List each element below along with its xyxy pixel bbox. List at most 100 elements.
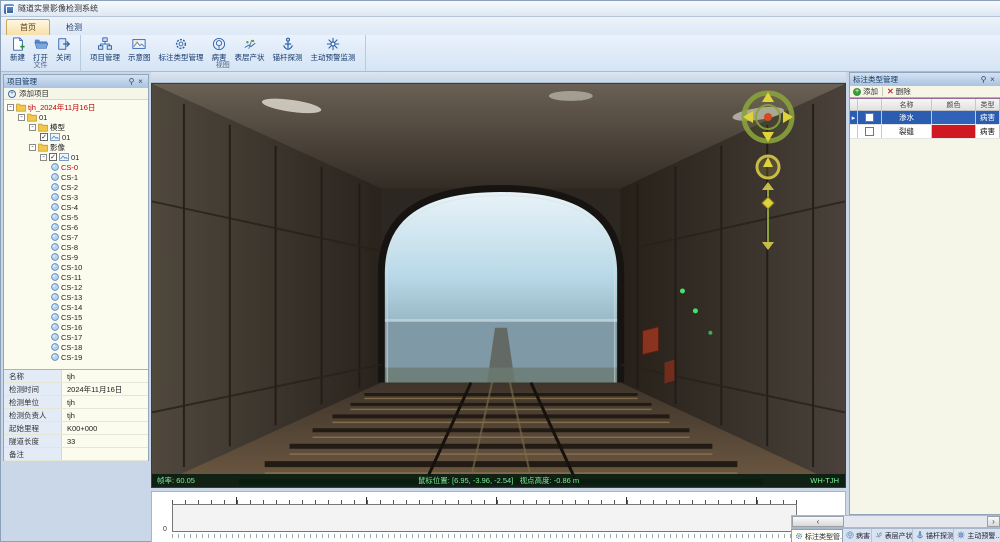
tree-item-CS-5[interactable]: CS-5 (4, 212, 148, 222)
add-annotation-button[interactable]: + 添加 (853, 86, 878, 97)
property-value: tjh (62, 411, 75, 420)
delete-annotation-button[interactable]: ✕ 删除 (887, 86, 911, 97)
viewport-status-bar: 帧率: 60.05 鼠标位置: [6.95, -3.96, -2.54] 视点高… (152, 474, 845, 487)
ribbon-button-anchor[interactable]: 锚杆探测 (269, 37, 307, 63)
tree-item-01[interactable]: -01 (4, 112, 148, 122)
ribbon-button-gear[interactable]: 标注类型管理 (155, 37, 208, 63)
dock-tab-锚杆探测[interactable]: 锚杆探测 (913, 529, 954, 542)
sphere-icon (51, 253, 59, 261)
tree-item-CS-14[interactable]: CS-14 (4, 302, 148, 312)
tree-item-label: tjh_2024年11月16日 (28, 102, 95, 113)
tree-item-label: CS-12 (61, 283, 82, 292)
tunnel-3d-viewport[interactable]: 帧率: 60.05 鼠标位置: [6.95, -3.96, -2.54] 视点高… (151, 83, 846, 488)
tree-expander-icon[interactable]: - (29, 124, 36, 131)
annotation-row-裂缝[interactable]: 裂缝病害 (850, 125, 1000, 139)
sphere-icon (51, 293, 59, 301)
annotation-table-header: 名称颜色类型 (850, 99, 1000, 111)
close-icon[interactable]: × (988, 74, 997, 86)
dock-tab-病害[interactable]: 病害 (843, 529, 872, 542)
ribbon-button-close-doc[interactable]: 关闭 (52, 37, 75, 63)
dock-tab-label: 主动预警... (967, 531, 1000, 541)
tree-item-CS-7[interactable]: CS-7 (4, 232, 148, 242)
pin-icon[interactable]: ⚲ (127, 76, 136, 88)
tree-item-影像[interactable]: -影像 (4, 142, 148, 152)
tree-item-label: CS-18 (61, 343, 82, 352)
annotation-type-panel: 标注类型管理 ⚲ × + 添加 ✕ 删除 名称颜色类型▸渗水病害裂缝病害 (849, 72, 1000, 515)
tree-item-CS-8[interactable]: CS-8 (4, 242, 148, 252)
row-color-cell (932, 125, 976, 138)
tree-item-CS-18[interactable]: CS-18 (4, 342, 148, 352)
tree-item-CS-19[interactable]: CS-19 (4, 352, 148, 362)
tree-item-模型[interactable]: -模型 (4, 122, 148, 132)
sphere-icon (51, 353, 59, 361)
tree-item-CS-15[interactable]: CS-15 (4, 312, 148, 322)
pin-icon[interactable]: ⚲ (979, 74, 988, 86)
tree-item-01[interactable]: ✓01 (4, 132, 148, 142)
chart-bottom-ruler (172, 534, 797, 538)
tree-item-CS-9[interactable]: CS-9 (4, 252, 148, 262)
property-row: 名称tjh (4, 370, 148, 383)
tree-item-CS-1[interactable]: CS-1 (4, 172, 148, 182)
sphere-icon (51, 203, 59, 211)
ribbon-button-surface[interactable]: 表层产状 (231, 37, 269, 63)
close-icon[interactable]: × (136, 76, 145, 88)
chart-plot-area[interactable] (172, 504, 797, 532)
tree-item-CS-16[interactable]: CS-16 (4, 322, 148, 332)
property-label: 隧道长度 (4, 435, 62, 447)
ribbon-button-burst[interactable]: 主动预警监测 (307, 37, 360, 63)
tree-checkbox[interactable]: ✓ (49, 153, 57, 161)
tree-expander-icon[interactable]: - (29, 144, 36, 151)
row-checkbox[interactable] (865, 113, 874, 122)
tree-item-label: CS-8 (61, 243, 78, 252)
tree-expander-icon[interactable]: - (18, 114, 25, 121)
chart-top-ruler (172, 497, 797, 504)
header-indicator-cell (850, 99, 858, 110)
ribbon-button-open-folder[interactable]: 打开 (29, 37, 52, 63)
ribbon-button-target[interactable]: 病害 (208, 37, 231, 63)
row-checkbox[interactable] (865, 127, 874, 136)
tree-item-CS-12[interactable]: CS-12 (4, 282, 148, 292)
ribbon-button-diagram[interactable]: 示意图 (124, 37, 155, 63)
target-icon (846, 531, 854, 541)
sphere-icon (51, 163, 59, 171)
ribbon-button-hierarchy[interactable]: 项目管理 (86, 37, 124, 63)
add-project-button[interactable]: + 添加项目 (4, 88, 148, 100)
project-panel: 项目管理 ⚲ × + 添加项目 -tjh_2024年11月16日-01-模型✓0… (3, 74, 149, 461)
menu-tab-检测[interactable]: 检测 (52, 19, 96, 35)
surface-icon (243, 37, 257, 51)
tree-item-CS-6[interactable]: CS-6 (4, 222, 148, 232)
navigation-compass[interactable] (736, 89, 800, 259)
tree-item-CS-13[interactable]: CS-13 (4, 292, 148, 302)
tree-item-label: CS-15 (61, 313, 82, 322)
window-title: 隧道实景影像检测系统 (18, 3, 98, 14)
tree-item-CS-3[interactable]: CS-3 (4, 192, 148, 202)
scroll-right-button[interactable]: › (987, 516, 1000, 527)
tree-item-CS-10[interactable]: CS-10 (4, 262, 148, 272)
row-type-cell: 病害 (976, 111, 1000, 124)
tree-item-01[interactable]: -✓01 (4, 152, 148, 162)
tree-item-CS-2[interactable]: CS-2 (4, 182, 148, 192)
photo-icon (50, 133, 60, 141)
tree-item-label: CS-17 (61, 333, 82, 342)
dock-tab-表层产状[interactable]: 表层产状 (872, 529, 913, 542)
annotation-row-渗水[interactable]: ▸渗水病害 (850, 111, 1000, 125)
target-icon (212, 37, 226, 51)
property-value: 33 (62, 437, 75, 446)
tree-item-label: CS-11 (61, 273, 82, 282)
tree-item-CS-17[interactable]: CS-17 (4, 332, 148, 342)
tree-item-CS-4[interactable]: CS-4 (4, 202, 148, 212)
tree-checkbox[interactable]: ✓ (40, 133, 48, 141)
dock-tab-标注类型管...[interactable]: 标注类型管... (791, 529, 843, 542)
tree-item-CS-11[interactable]: CS-11 (4, 272, 148, 282)
tree-expander-icon[interactable]: - (7, 104, 14, 111)
menu-tab-首页[interactable]: 首页 (6, 19, 50, 35)
dock-tab-主动预警...[interactable]: 主动预警... (954, 529, 1000, 542)
tree-expander-icon[interactable]: - (40, 154, 47, 161)
tree-item-CS-0[interactable]: CS-0 (4, 162, 148, 172)
anchor-icon (916, 531, 924, 541)
ribbon-button-new-file[interactable]: 新建 (6, 37, 29, 63)
tree-item-tjh_2024年11月16日[interactable]: - tjh_2024年11月16日 (4, 102, 148, 112)
scroll-left-button[interactable]: ‹ (792, 516, 844, 527)
folder-icon (16, 103, 26, 112)
sphere-icon (51, 213, 59, 221)
